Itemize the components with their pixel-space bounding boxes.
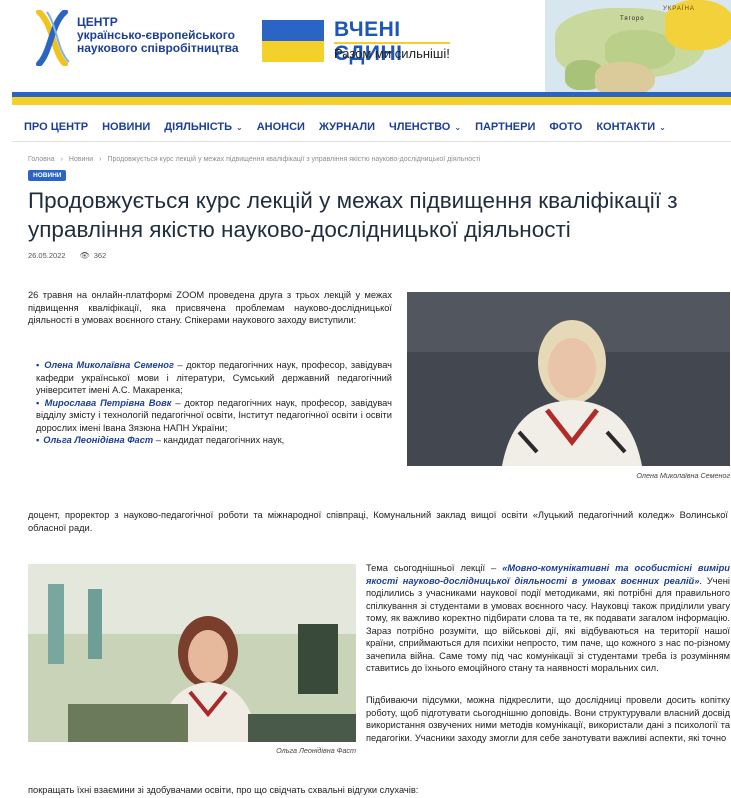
- topic-rest: . Учені поділились з учасниками наукової…: [366, 575, 730, 674]
- speaker-photo-illustration: [28, 564, 356, 742]
- speaker-name: Олена Миколаївна Семеног: [44, 360, 174, 370]
- breadcrumb-separator: ›: [60, 156, 63, 163]
- photo-caption: Ольга Леонідівна Фаст: [276, 746, 356, 755]
- nav-item-label: ПРО ЦЕНТР: [24, 121, 89, 133]
- speaker-desc: – кандидат педагогічних наук,: [153, 435, 285, 445]
- nav-item-label: НОВИНИ: [102, 121, 151, 133]
- chevron-down-icon: ⌄: [236, 123, 243, 132]
- article-date: 26.05.2022: [28, 251, 66, 260]
- article-title: Продовжується курс лекцій у межах підвищ…: [28, 188, 678, 242]
- scientists-united-banner[interactable]: ВЧЕНІ ЄДИНІ Разом ми сильніші!: [262, 10, 452, 66]
- article-intro: 26 травня на онлайн-платформі ZOOM прове…: [28, 290, 392, 325]
- header-stripe-yellow: [12, 97, 731, 105]
- logo-text: ЦЕНТР українсько-європейського наукового…: [77, 16, 239, 55]
- speakers-list: ▪ Олена Миколаївна Семеног – доктор педаг…: [36, 359, 392, 447]
- nav-item-4[interactable]: АНОНСИ: [257, 121, 305, 133]
- topic-prefix: Тема сьогоднішньої лекції –: [366, 563, 503, 573]
- bullet-icon: ▪: [36, 360, 41, 370]
- eye-icon: 👁: [79, 251, 90, 260]
- nav-item-label: ДІЯЛЬНІСТЬ: [164, 121, 233, 133]
- nav-item-label: ЖУРНАЛИ: [318, 121, 376, 133]
- list-item: ▪ Ольга Леонідівна Фаст – кандидат педаго…: [36, 434, 392, 447]
- site-header: ЦЕНТР українсько-європейського наукового…: [0, 0, 731, 96]
- map-label-city: Тягоро: [620, 16, 645, 22]
- speaker-name: Ольга Леонідівна Фаст: [43, 435, 154, 445]
- nav-item-9[interactable]: КОНТАКТИ ⌄: [596, 121, 666, 133]
- speaker-photo-semenog[interactable]: [407, 292, 730, 466]
- list-item: ▪ Мирослава Петрівна Вовк – доктор педаго…: [36, 397, 392, 435]
- nav-item-2[interactable]: НОВИНИ: [102, 121, 150, 133]
- article-topic-paragraph: Тема сьогоднішньої лекції – «Мовно-комун…: [366, 562, 730, 675]
- nav-item-1[interactable]: ПРО ЦЕНТР: [24, 121, 88, 133]
- list-item: ▪ Олена Миколаївна Семеног – доктор педаг…: [36, 359, 392, 397]
- photo-caption: Олена Миколаївна Семеног: [636, 471, 730, 480]
- article-summary-continued: покращать їхні взаємини зі здобувачами о…: [28, 785, 419, 795]
- category-badge[interactable]: НОВИНИ: [28, 170, 67, 181]
- logo-mark-icon: [36, 10, 70, 66]
- nav-item-label: ПАРТНЕРИ: [475, 121, 536, 133]
- nav-item-6[interactable]: ЧЛЕНСТВО ⌄: [389, 121, 461, 133]
- bullet-icon: ▪: [36, 435, 40, 445]
- ukraine-flag-icon: [262, 20, 324, 62]
- site-logo[interactable]: ЦЕНТР українсько-європейського наукового…: [33, 10, 243, 70]
- breadcrumb-home[interactable]: Головна: [28, 156, 55, 163]
- speaker-name: Мирослава Петрівна Вовк: [44, 397, 172, 408]
- banner-divider: [334, 42, 450, 44]
- breadcrumb-separator: ›: [99, 156, 102, 163]
- speaker-photo-fast[interactable]: [28, 564, 356, 742]
- nav-item-label: ЧЛЕНСТВО: [389, 121, 451, 133]
- nav-item-3[interactable]: ДІЯЛЬНІСТЬ ⌄: [164, 121, 242, 133]
- chevron-down-icon: ⌄: [454, 123, 462, 132]
- logo-line-3: наукового співробітництва: [77, 41, 239, 55]
- map-region-se: [595, 62, 655, 96]
- nav-item-7[interactable]: ПАРТНЕРИ: [475, 121, 535, 133]
- breadcrumb-current: Продовжується курс лекцій у межах підвищ…: [107, 156, 481, 163]
- map-label-country: УКРАЇНА: [663, 6, 695, 12]
- nav-item-label: ФОТО: [549, 121, 583, 133]
- banner-subtitle: Разом ми сильніші!: [334, 46, 450, 61]
- nav-item-5[interactable]: ЖУРНАЛИ: [319, 121, 375, 133]
- nav-list: ПРО ЦЕНТР НОВИНИ ДІЯЛЬНІСТЬ ⌄ АНОНСИ ЖУРНАЛИ Ч…: [24, 121, 680, 133]
- main-navigation: ПРО ЦЕНТР НОВИНИ ДІЯЛЬНІСТЬ ⌄ АНОНСИ ЖУРНАЛИ Ч…: [12, 112, 731, 142]
- ukraine-map-image: УКРАЇНА Тягоро: [545, 0, 731, 96]
- article-views: 362: [93, 251, 107, 260]
- bullet-icon: ▪: [36, 397, 41, 408]
- nav-item-label: АНОНСИ: [256, 121, 305, 133]
- breadcrumb-section[interactable]: Новини: [69, 156, 93, 163]
- speaker-3-continued: доцент, проректор з науково-педагогічної…: [28, 510, 728, 533]
- nav-item-8[interactable]: ФОТО: [549, 121, 582, 133]
- speaker-photo-illustration: [407, 292, 730, 466]
- chevron-down-icon: ⌄: [659, 123, 666, 132]
- nav-item-label: КОНТАКТИ: [596, 121, 656, 133]
- breadcrumb: Головна › Новини › Продовжується курс ле…: [28, 156, 480, 163]
- article-summary: Підбиваючи підсумки, можна підкреслити, …: [366, 695, 730, 743]
- article-meta: 26.05.2022 👁 362: [28, 251, 106, 260]
